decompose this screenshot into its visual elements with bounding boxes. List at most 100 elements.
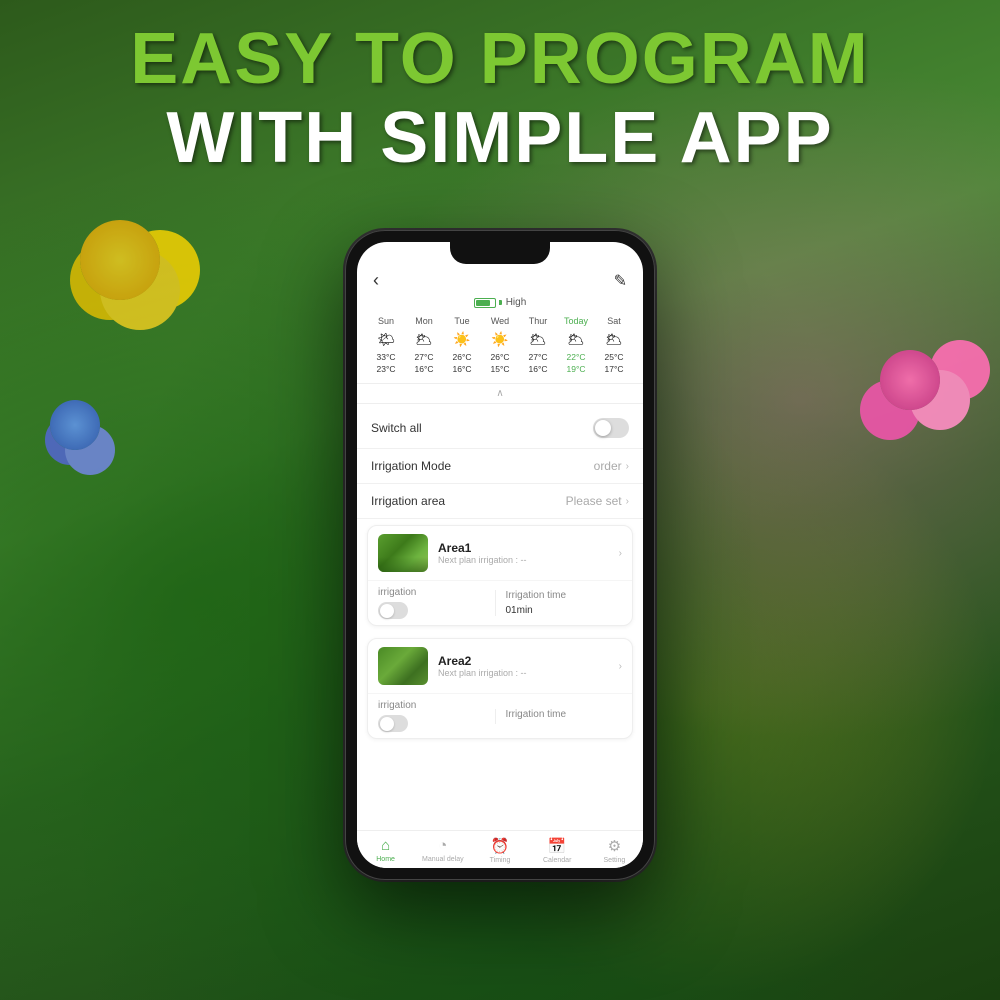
setting-icon: ⚙: [608, 837, 621, 855]
battery-tip: [499, 300, 502, 305]
high-sat: 25°C: [595, 351, 633, 363]
area1-toggle-knob: [380, 604, 394, 618]
day-sat: Sat: [595, 314, 633, 328]
nav-manual-delay[interactable]: ◔ Manual delay: [414, 837, 471, 864]
scroll-indicator: ∧: [357, 388, 643, 399]
day-tue: Tue: [443, 314, 481, 328]
low-thur: 16°C: [519, 363, 557, 375]
nav-home-label: Home: [376, 856, 395, 863]
day-today: Today: [557, 314, 595, 328]
nav-home[interactable]: ⌂ Home: [357, 837, 414, 864]
area2-next-plan: Next plan irrigation : --: [438, 668, 609, 678]
weather-days-row: Sun Mon Tue Wed Thur Today Sat: [367, 314, 633, 328]
phone-mockup: ‹ ✎ High Sun Mon Tue: [345, 230, 655, 880]
area1-time-container[interactable]: Irrigation time 01min: [495, 590, 623, 616]
high-today: 22°C: [557, 351, 595, 363]
area2-irrigation-label: irrigation: [378, 700, 495, 711]
area2-name: Area2: [438, 654, 609, 668]
area2-info: Area2 Next plan irrigation : --: [438, 654, 609, 678]
weather-high-temps: 33°C 27°C 26°C 26°C 27°C 22°C 25°C: [367, 351, 633, 363]
high-sun: 33°C: [367, 351, 405, 363]
area1-irrigation-toggle[interactable]: [378, 602, 408, 619]
nav-calendar[interactable]: 📅 Calendar: [529, 837, 586, 864]
phone-screen: ‹ ✎ High Sun Mon Tue: [357, 242, 643, 868]
phone-notch: [450, 242, 550, 264]
weather-icons-row: 🌤 🌥 ☀️ ☀️ 🌥 🌥 🌥: [367, 331, 633, 348]
area1-time-label: Irrigation time: [506, 590, 623, 601]
home-icon: ⌂: [381, 837, 390, 854]
weather-icon-tue: ☀️: [443, 331, 481, 348]
area1-header[interactable]: Area1 Next plan irrigation : -- ›: [368, 526, 632, 581]
area1-next-plan: Next plan irrigation : --: [438, 555, 609, 565]
area1-controls: irrigation Irrigation time 01min: [368, 581, 632, 625]
low-sat: 17°C: [595, 363, 633, 375]
battery-label: High: [506, 297, 527, 308]
headline: EASY TO PROGRAM WITH SIMPLE APP: [0, 20, 1000, 178]
day-mon: Mon: [405, 314, 443, 328]
area1-info: Area1 Next plan irrigation : --: [438, 541, 609, 565]
headline-line1: EASY TO PROGRAM: [0, 20, 1000, 99]
area2-irrigation-toggle-container: irrigation: [378, 700, 495, 732]
weather-section: Sun Mon Tue Wed Thur Today Sat 🌤 🌥 ☀️ ☀️…: [357, 310, 643, 379]
timing-icon: ⏰: [491, 837, 510, 855]
area2-thumbnail: [378, 647, 428, 685]
nav-calendar-label: Calendar: [543, 857, 571, 864]
nav-manual-label: Manual delay: [422, 856, 464, 863]
area1-thumbnail: [378, 534, 428, 572]
irrigation-mode-row[interactable]: Irrigation Mode order ›: [357, 449, 643, 484]
weather-low-temps: 23°C 16°C 16°C 15°C 16°C 19°C 17°C: [367, 363, 633, 375]
area1-time-value: 01min: [506, 605, 623, 616]
irrigation-mode-value: order: [594, 459, 622, 473]
area1-irrigation-toggle-container: irrigation: [378, 587, 495, 619]
weather-icon-sun: 🌤: [367, 331, 405, 348]
switch-all-toggle[interactable]: [593, 418, 629, 438]
irrigation-area-row[interactable]: Irrigation area Please set ›: [357, 484, 643, 519]
area2-time-container[interactable]: Irrigation time: [495, 709, 623, 724]
weather-icon-sat: 🌥: [595, 331, 633, 348]
area1-irrigation-label: irrigation: [378, 587, 495, 598]
phone-body: ‹ ✎ High Sun Mon Tue: [345, 230, 655, 880]
calendar-icon: 📅: [548, 837, 567, 855]
area1-chevron: ›: [619, 548, 622, 559]
battery-indicator: High: [357, 295, 643, 310]
area2-chevron: ›: [619, 661, 622, 672]
nav-timing-label: Timing: [490, 857, 511, 864]
area2-irrigation-toggle[interactable]: [378, 715, 408, 732]
low-today: 19°C: [557, 363, 595, 375]
manual-delay-icon: ◔: [438, 837, 447, 854]
area2-toggle-knob: [380, 717, 394, 731]
irrigation-area-value-container: Please set ›: [566, 494, 629, 508]
toggle-knob: [595, 420, 611, 436]
bottom-nav: ⌂ Home ◔ Manual delay ⏰ Timing 📅 Calenda…: [357, 830, 643, 868]
irrigation-area-label: Irrigation area: [371, 494, 445, 508]
area2-header[interactable]: Area2 Next plan irrigation : -- ›: [368, 639, 632, 694]
high-tue: 26°C: [443, 351, 481, 363]
low-mon: 16°C: [405, 363, 443, 375]
weather-icon-today: 🌥: [557, 331, 595, 348]
irrigation-mode-label: Irrigation Mode: [371, 459, 451, 473]
weather-icon-mon: 🌥: [405, 331, 443, 348]
area2-image: [378, 647, 428, 685]
nav-timing[interactable]: ⏰ Timing: [471, 837, 528, 864]
headline-line2: WITH SIMPLE APP: [0, 99, 1000, 178]
area2-controls: irrigation Irrigation time: [368, 694, 632, 738]
low-tue: 16°C: [443, 363, 481, 375]
divider-1: [357, 383, 643, 384]
weather-icon-thur: 🌥: [519, 331, 557, 348]
day-thur: Thur: [519, 314, 557, 328]
back-arrow-icon[interactable]: ‹: [373, 270, 379, 291]
irrigation-area-chevron: ›: [626, 496, 629, 507]
divider-2: [357, 403, 643, 404]
day-wed: Wed: [481, 314, 519, 328]
flower-decoration-yellow: [80, 220, 160, 300]
switch-all-row[interactable]: Switch all: [357, 408, 643, 449]
high-wed: 26°C: [481, 351, 519, 363]
area1-name: Area1: [438, 541, 609, 555]
irrigation-mode-chevron: ›: [626, 461, 629, 472]
edit-icon[interactable]: ✎: [614, 271, 627, 291]
switch-all-label: Switch all: [371, 421, 422, 435]
nav-setting[interactable]: ⚙ Setting: [586, 837, 643, 864]
area2-time-label: Irrigation time: [506, 709, 623, 720]
area1-image: [378, 534, 428, 572]
screen-content: ‹ ✎ High Sun Mon Tue: [357, 242, 643, 868]
